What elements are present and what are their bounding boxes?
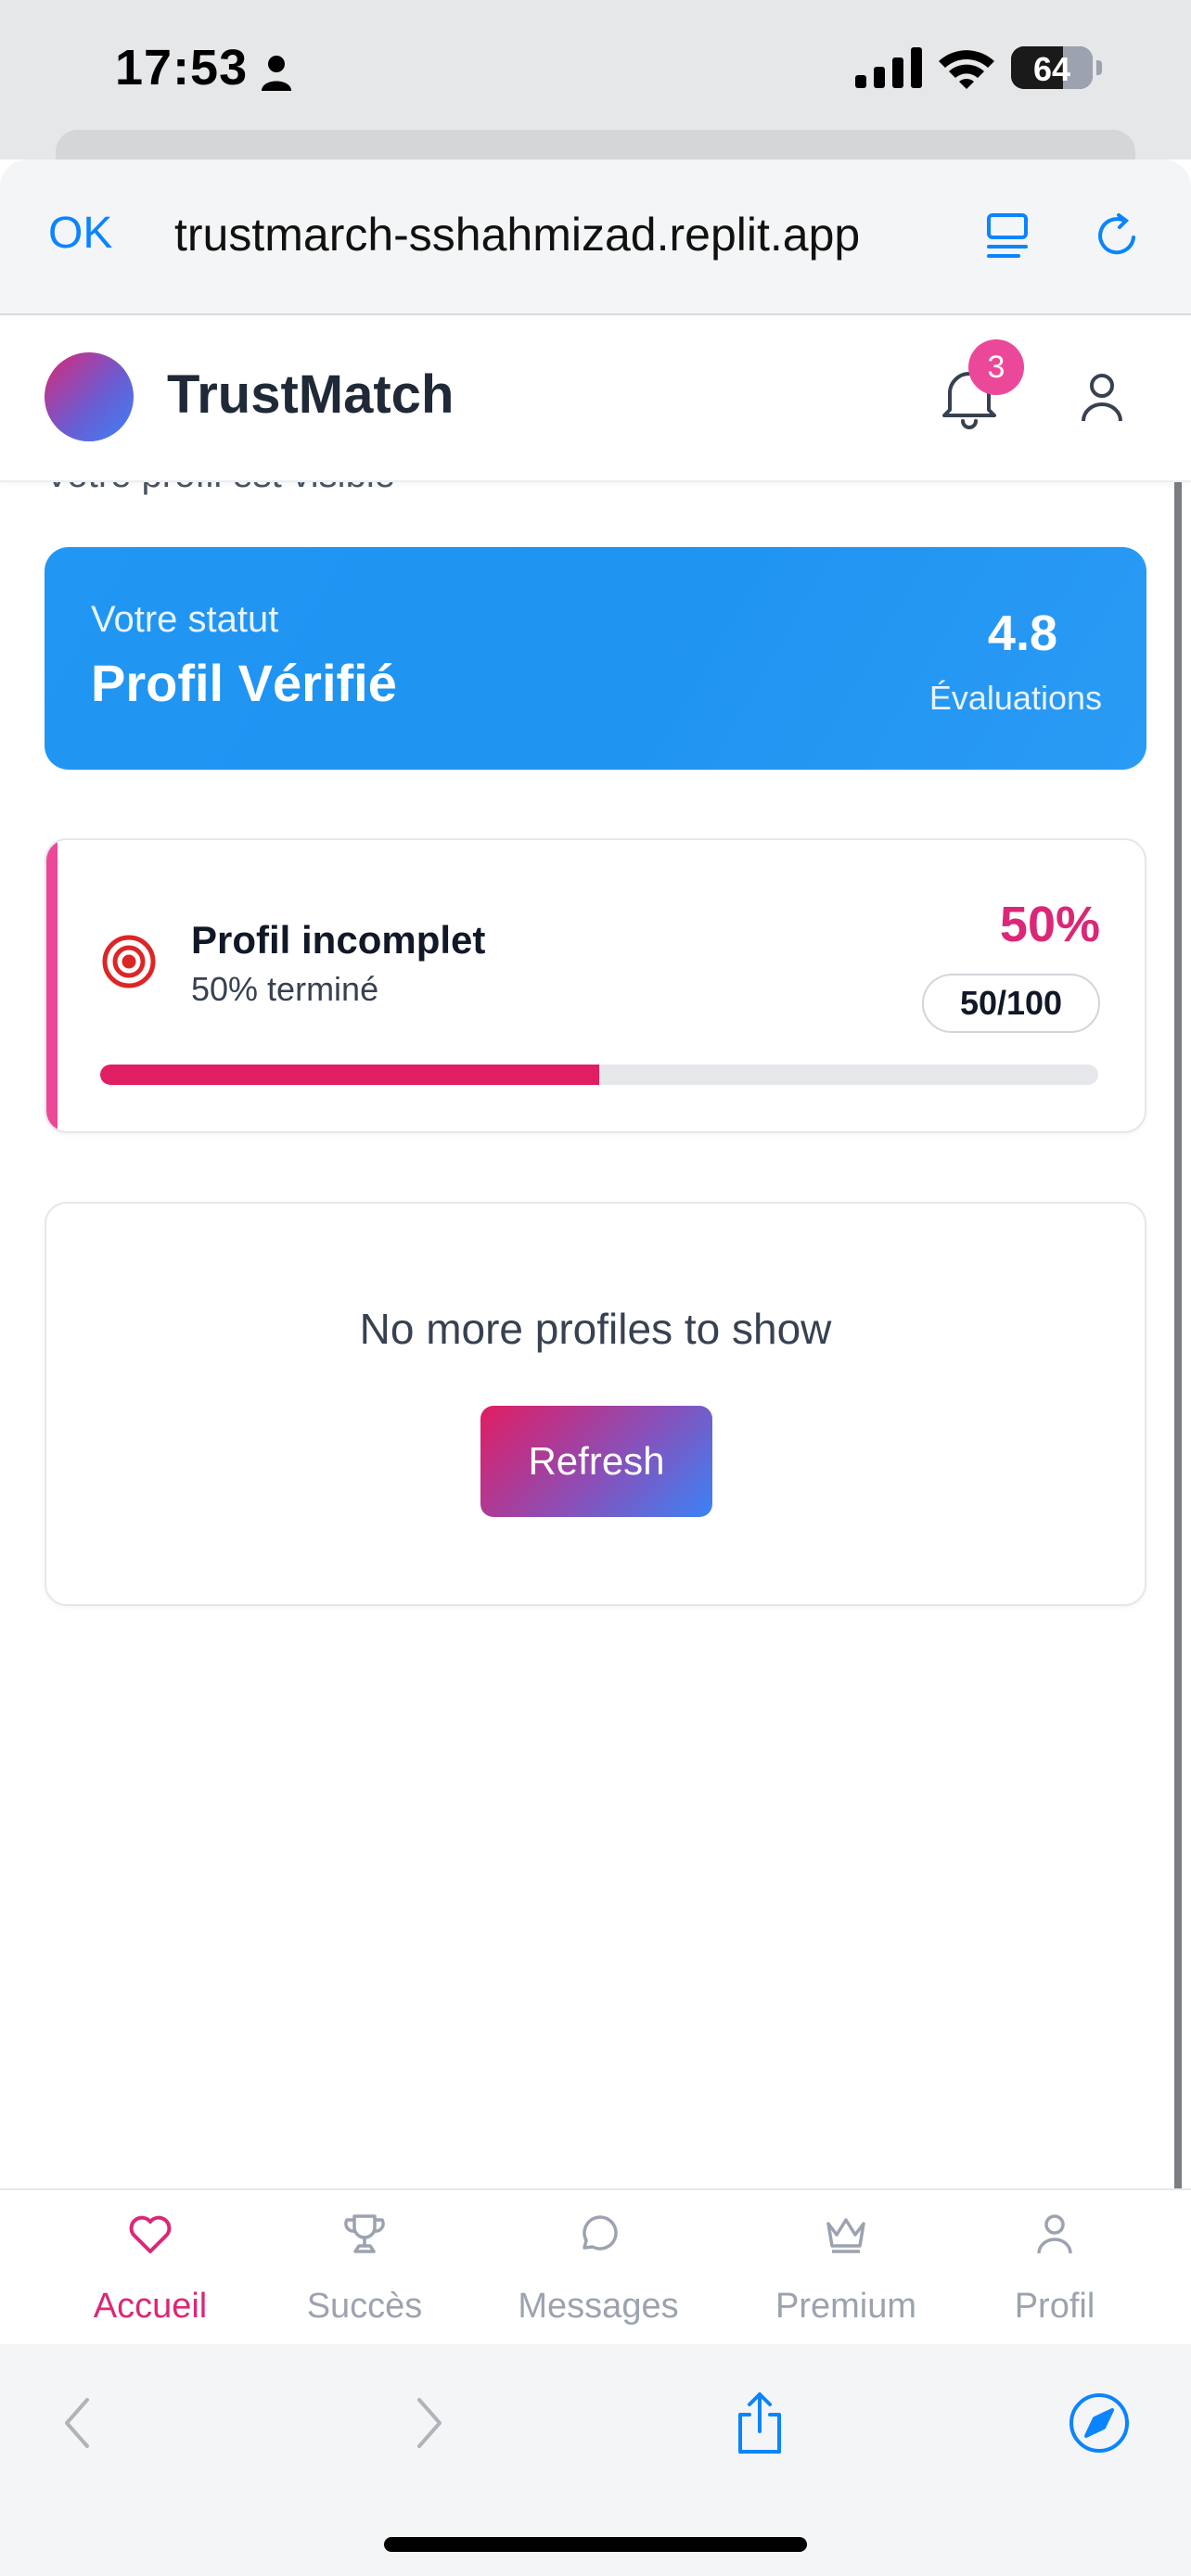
progress-title: Profil incomplet — [191, 918, 486, 962]
scrollbar[interactable] — [1174, 454, 1182, 2337]
reload-icon[interactable] — [1091, 210, 1143, 261]
home-indicator — [384, 2537, 807, 2552]
crown-icon — [826, 2218, 865, 2253]
browser-address-bar: OK trustmarch-sshahmizad.replit.app — [0, 159, 1191, 315]
compass-icon[interactable] — [1067, 2391, 1132, 2455]
progress-percent: 50% — [999, 897, 1100, 952]
trophy-icon — [344, 2214, 385, 2253]
app-title: TrustMatch — [167, 364, 455, 425]
reader-view-icon[interactable] — [981, 210, 1033, 261]
notification-badge: 3 — [968, 339, 1024, 395]
progress-accent-bar — [46, 840, 58, 1131]
user-icon[interactable] — [1080, 373, 1124, 423]
battery-indicator: 64 — [1011, 46, 1093, 89]
tab-label: Accueil — [93, 2287, 208, 2326]
app-header: TrustMatch 3 — [0, 315, 1191, 482]
tab-messages[interactable]: Messages — [492, 2190, 705, 2346]
cellular-signal-icon — [855, 47, 922, 88]
rating-value: 4.8 — [987, 606, 1057, 661]
message-bubble-icon — [583, 2215, 618, 2251]
status-icons: 64 — [855, 46, 1102, 89]
target-icon — [102, 935, 156, 988]
tab-premium[interactable]: Premium — [739, 2190, 953, 2346]
profile-progress-card[interactable]: Profil incomplet 50% terminé 50% 50/100 — [45, 838, 1146, 1133]
progress-track — [100, 1065, 1098, 1085]
tab-label: Succès — [306, 2287, 423, 2326]
progress-subtitle: 50% terminé — [191, 970, 379, 1008]
share-icon[interactable] — [727, 2391, 792, 2455]
app-logo — [45, 352, 134, 441]
person-icon — [262, 56, 291, 91]
ok-button[interactable]: OK — [48, 208, 112, 259]
refresh-button[interactable]: Refresh — [480, 1406, 712, 1517]
tab-label: Premium — [775, 2287, 917, 2326]
status-time: 17:53 — [115, 40, 249, 96]
tab-accueil[interactable]: Accueil — [44, 2190, 257, 2346]
forward-icon[interactable] — [393, 2391, 458, 2455]
wifi-icon — [939, 50, 994, 89]
tab-profil[interactable]: Profil — [948, 2190, 1161, 2346]
battery-level: 64 — [1032, 50, 1071, 88]
url-text[interactable]: trustmarch-sshahmizad.replit.app — [174, 208, 860, 261]
back-icon[interactable] — [48, 2391, 113, 2455]
progress-fill — [100, 1065, 599, 1085]
score-badge: 50/100 — [922, 974, 1100, 1033]
status-card: Votre statut Profil Vérifié 4.8 Évaluati… — [45, 547, 1146, 770]
empty-state-card: No more profiles to show Refresh — [45, 1202, 1146, 1606]
rating-label: Évaluations — [928, 679, 1102, 717]
battery-tip — [1096, 60, 1102, 75]
tab-label: Messages — [518, 2287, 679, 2326]
status-label: Votre statut — [91, 599, 279, 640]
user-icon — [1037, 2214, 1072, 2254]
ios-status-bar: 17:53 64 — [0, 0, 1191, 185]
empty-state-message: No more profiles to show — [359, 1305, 832, 1353]
heart-icon — [129, 2215, 172, 2253]
tab-succes[interactable]: Succès — [258, 2190, 471, 2346]
status-value: Profil Vérifié — [91, 654, 397, 712]
bottom-tab-bar: Accueil Succès Messages Premium Profil — [0, 2188, 1191, 2344]
tab-label: Profil — [1014, 2287, 1095, 2326]
